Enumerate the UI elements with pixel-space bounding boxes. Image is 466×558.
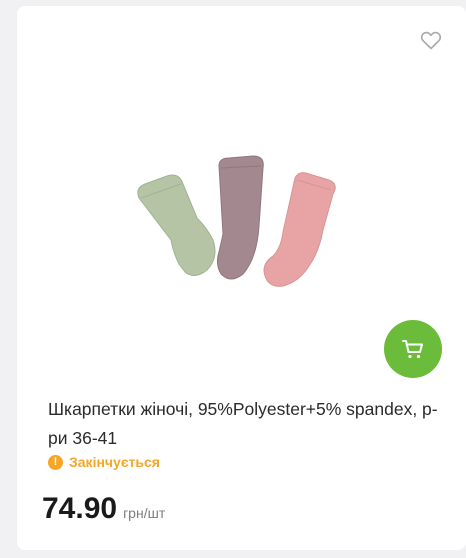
stock-status-label: Закінчується: [69, 454, 160, 470]
price-unit: грн/шт: [123, 505, 166, 521]
favorite-button[interactable]: [419, 28, 443, 52]
add-to-cart-button[interactable]: [384, 320, 442, 378]
heart-outline-icon: [420, 31, 442, 50]
product-image: [137, 155, 336, 287]
cart-icon: [402, 340, 423, 359]
product-card[interactable]: Шкарпетки жіночі, 95%Polyester+5% spande…: [17, 6, 466, 550]
product-title[interactable]: Шкарпетки жіночі, 95%Polyester+5% spande…: [48, 395, 438, 453]
stock-status: ! Закінчується: [48, 454, 160, 470]
price-block: 74.90 грн/шт: [42, 492, 165, 526]
price-value: 74.90: [42, 492, 118, 525]
exclamation-icon: !: [48, 454, 63, 470]
